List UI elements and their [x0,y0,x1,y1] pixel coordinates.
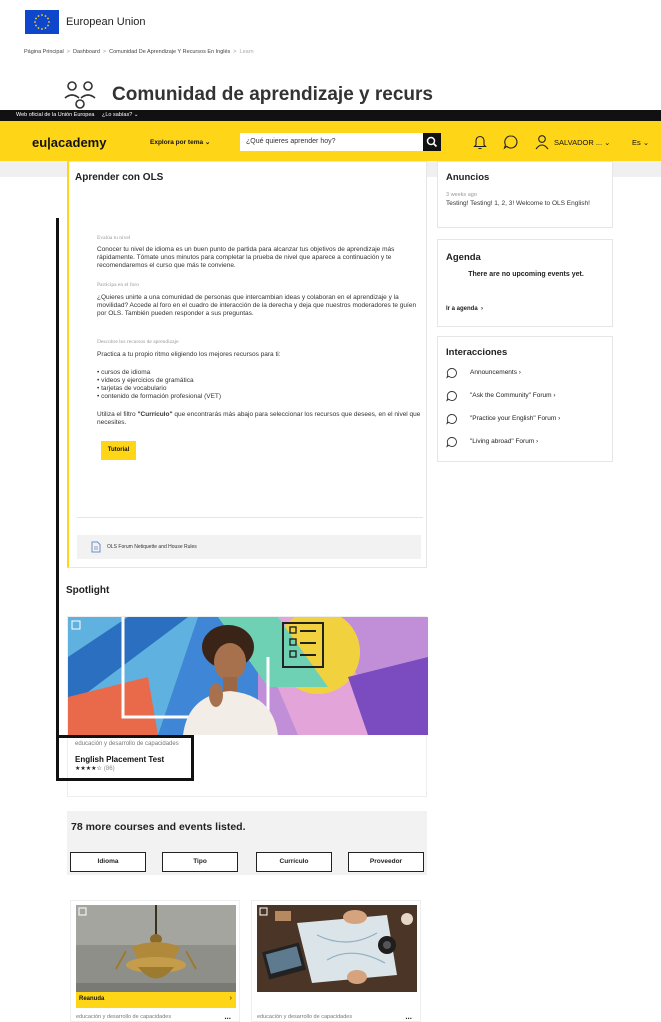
chat-icon[interactable] [503,134,519,150]
tutorial-button[interactable]: Tutorial [101,441,136,460]
netiquette-label: OLS Forum Netiquette and House Rules [107,544,197,550]
academy-navbar: eu|academy Explora por tema ⌄ ¿Qué quier… [0,121,661,161]
search-button[interactable] [423,133,441,151]
course-image [76,905,236,992]
chevron-right-icon: › [481,306,484,312]
forum-link[interactable]: "Ask the Community" Forum › [446,390,606,402]
no-events-message: There are no upcoming events yet. [468,271,584,278]
forum-name: "Ask the Community" Forum [470,392,552,399]
breadcrumb-community[interactable]: Comunidad De Aprendizaje Y Recursos En I… [109,49,230,55]
breadcrumb-dashboard[interactable]: Dashboard [73,49,100,55]
user-menu[interactable]: SALVADOR ... ⌄ [554,138,610,147]
learn-with-ols-card: Aprender con OLS Evalúa tu nivel Conocer… [67,161,427,568]
annotation-line [56,218,59,781]
section-heading: Descubre los recursos de aprendizaje [97,339,179,345]
spotlight-image [68,617,428,735]
search-input[interactable]: ¿Qué quieres aprender hoy? [240,133,423,151]
more-options-icon[interactable]: ... [224,1012,231,1021]
chat-bubble-icon [446,437,457,448]
course-category: educación y desarrollo de capacidades [76,1014,172,1020]
forum-link-label: "Living abroad" Forum › [470,438,539,445]
academy-logo[interactable]: eu|academy [32,135,106,150]
section-heading: Participa en el foro [97,282,139,288]
section-text: ¿Quieres unirte a una comunidad de perso… [97,294,417,317]
filter-type-button[interactable]: Tipo [162,852,238,872]
page-title: Comunidad de aprendizaje y recurs [112,84,433,105]
eu-flag-icon[interactable] [25,10,59,34]
bell-icon[interactable] [473,134,487,150]
forum-name: Announcements [470,369,517,376]
filter-curriculum-button[interactable]: Currículo [256,852,332,872]
filter-hint: Utiliza el filtro "Currículo" que encont… [97,411,423,427]
spotlight-title: Spotlight [66,585,110,596]
card-title: Aprender con OLS [75,172,164,183]
section-heading: Evalúa tu nivel [97,235,131,241]
explore-by-topic-menu[interactable]: Explora por tema ⌄ [150,138,210,146]
netiquette-link[interactable]: OLS Forum Netiquette and House Rules [77,535,421,559]
eu-name[interactable]: European Union [66,16,146,28]
forum-link[interactable]: "Practice your English" Forum › [446,413,606,425]
announcement-text[interactable]: Testing! Testing! 1, 2, 3! Welcome to OL… [446,200,610,208]
agenda-card: Agenda There are no upcoming events yet.… [437,239,613,327]
course-image [257,905,417,992]
resource-list: cursos de idioma vídeos y ejercicios de … [97,369,423,401]
results-count: 78 more courses and events listed. [71,821,246,833]
list-item: cursos de idioma [97,369,423,377]
language-selector[interactable]: Es ⌄ [632,138,649,147]
interactions-card: Interacciones Announcements › "Ask the C… [437,336,613,462]
official-site-bar: Web oficial de la Unión Europea ¿Lo sabí… [0,110,661,121]
more-options-icon[interactable]: ... [405,1012,412,1021]
forum-link[interactable]: "Living abroad" Forum › [446,436,606,448]
chat-bubble-icon [446,368,457,379]
eu-header: European Union [0,0,661,44]
resume-button[interactable]: Reanuda › [76,992,236,1008]
community-icon [64,81,96,109]
section-text: Conocer tu nivel de idioma es un buen pu… [97,246,395,269]
filter-hint-keyword: "Currículo" [137,411,173,418]
filter-language-button[interactable]: Idioma [70,852,146,872]
announcements-title: Anuncios [446,172,490,183]
list-item: vídeos y ejercicios de gramática [97,377,423,385]
document-icon [91,541,101,553]
user-icon[interactable] [535,134,549,150]
list-item: contenido de formación profesional (VET) [97,393,423,401]
course-card[interactable]: educación y desarrollo de capacidades ..… [251,900,421,1022]
chat-bubble-icon [446,414,457,425]
page-header: Comunidad de aprendizaje y recurs [64,80,661,110]
announcements-card: Anuncios 3 weeks ago Testing! Testing! 1… [437,161,613,228]
breadcrumb-separator: > [233,49,237,55]
list-item: tarjetas de vocabulario [97,385,423,393]
forum-link-label: Announcements › [470,369,521,376]
agenda-title: Agenda [446,252,481,263]
interactions-title: Interacciones [446,347,508,358]
divider [77,517,423,518]
section-text: Practica a tu propio ritmo eligiendo los… [97,351,281,358]
forum-link-label: "Ask the Community" Forum › [470,392,556,399]
annotation-box [56,735,194,781]
filter-provider-button[interactable]: Proveedor [348,852,424,872]
forum-name: "Living abroad" Forum [470,438,535,445]
did-you-know-toggle[interactable]: ¿Lo sabías? ⌄ [102,112,138,118]
chat-bubble-icon [446,391,457,402]
go-to-agenda-label: Ir a agenda [446,306,478,312]
breadcrumb-separator: > [102,49,107,55]
announcement-time: 3 weeks ago [446,192,477,198]
chevron-right-icon: › [229,995,232,1002]
course-card[interactable]: Reanuda › educación y desarrollo de capa… [70,900,240,1022]
forum-link-label: "Practice your English" Forum › [470,415,561,422]
course-filter-panel: 78 more courses and events listed. Idiom… [67,811,427,875]
resume-label: Reanuda [79,996,105,1002]
forum-link[interactable]: Announcements › [446,367,606,379]
go-to-agenda-link[interactable]: Ir a agenda › [446,306,483,312]
breadcrumb-current: Learn [239,49,254,55]
official-site-text: Web oficial de la Unión Europea [16,112,95,118]
breadcrumb-home[interactable]: Página Principal [24,49,64,55]
forum-name: "Practice your English" Forum [470,415,557,422]
course-category: educación y desarrollo de capacidades [257,1014,353,1020]
breadcrumb: Página Principal > Dashboard > Comunidad De … [24,49,254,55]
search-icon [426,136,438,148]
breadcrumb-separator: > [66,49,70,55]
filter-hint-pre: Utiliza el filtro [97,411,138,418]
